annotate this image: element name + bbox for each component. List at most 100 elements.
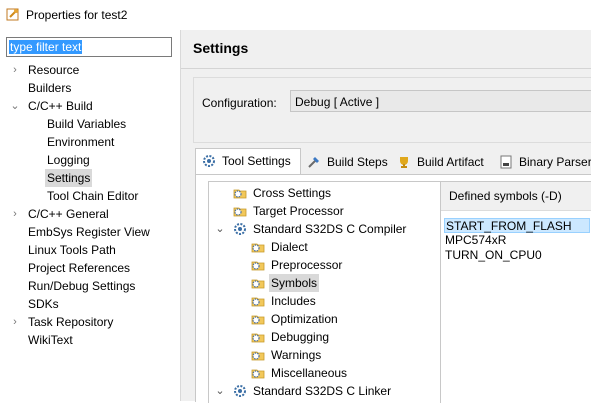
chevron-right-icon[interactable]: › (10, 205, 20, 223)
page-title: Settings (193, 40, 249, 56)
tool-tree-item-label: Miscellaneous (271, 366, 348, 380)
binary-file-icon (500, 155, 512, 169)
nav-item-label: Builders (28, 81, 72, 95)
tool-tree-item-label: Preprocessor (271, 258, 343, 272)
folder-gear-icon (251, 333, 265, 343)
symbol-item[interactable]: START_FROM_FLASH (444, 218, 590, 233)
folder-gear-icon (251, 315, 265, 325)
chevron-right-icon[interactable]: › (10, 313, 20, 331)
tab-label: Binary Parsers (519, 155, 591, 169)
nav-item[interactable]: Project References (10, 259, 175, 277)
nav-item[interactable]: Build Variables (10, 115, 175, 133)
tool-tree-item[interactable]: ⌄ Standard S32DS C Compiler (209, 220, 441, 238)
nav-item-label: C/C++ Build (28, 99, 93, 113)
tool-tree-item[interactable]: Cross Settings (209, 184, 441, 202)
nav-item[interactable]: Tool Chain Editor (10, 187, 175, 205)
nav-item-label: WikiText (28, 333, 73, 347)
chevron-right-icon[interactable]: › (10, 61, 20, 79)
tool-tree-item[interactable]: Debugging (209, 328, 441, 346)
property-page-tree: type filter text › Resource Builders ⌄ C/C++… (0, 30, 181, 401)
gear-icon (203, 155, 215, 167)
tool-tree-item[interactable]: Preprocessor (209, 256, 441, 274)
tool-tree-item[interactable]: Optimization (209, 310, 441, 328)
tab-tool-settings[interactable]: Tool Settings (195, 148, 301, 175)
configuration-group: Configuration: Debug [ Active ] (193, 77, 591, 143)
gear-icon (234, 385, 246, 397)
nav-item[interactable]: › C/C++ General (10, 205, 175, 223)
nav-item-label: Tool Chain Editor (47, 189, 139, 203)
trophy-icon (400, 157, 408, 168)
tab-build-steps[interactable]: Build Steps (301, 150, 389, 174)
gear-icon (234, 223, 246, 235)
nav-item[interactable]: Linux Tools Path (10, 241, 175, 259)
tab-label: Tool Settings (222, 154, 291, 168)
symbols-header-label: Defined symbols (-D) (449, 189, 562, 203)
tab-build-artifact[interactable]: Build Artifact (391, 150, 491, 174)
nav-item[interactable]: Logging (10, 151, 175, 169)
tool-tree-item[interactable]: Symbols (209, 274, 441, 292)
folder-gear-icon (233, 207, 247, 217)
tab-binary-parsers[interactable]: Binary Parsers (493, 150, 591, 174)
nav-item[interactable]: Settings (10, 169, 175, 187)
nav-item[interactable]: EmbSys Register View (10, 223, 175, 241)
folder-gear-icon (251, 351, 265, 361)
nav-item[interactable]: › Task Repository (10, 313, 175, 331)
filter-input[interactable]: type filter text (6, 37, 172, 57)
folder-gear-icon (251, 297, 265, 307)
tool-tree-item[interactable]: Miscellaneous (209, 364, 441, 382)
symbols-header: Defined symbols (-D) (441, 182, 591, 211)
symbol-item[interactable]: TURN_ON_CPU0 (445, 248, 542, 263)
nav-item-label: EmbSys Register View (28, 225, 150, 239)
tool-tree-item-label: Optimization (271, 312, 338, 326)
tool-tree-item[interactable]: ⌄ Standard S32DS C Linker (209, 382, 441, 400)
tool-tree-item[interactable]: Includes (209, 292, 441, 310)
filter-text: type filter text (9, 40, 83, 54)
chevron-down-icon[interactable]: ⌄ (215, 382, 225, 400)
nav-item[interactable]: WikiText (10, 331, 175, 349)
tool-tree-item-label: Debugging (271, 330, 330, 344)
nav-item-label: Resource (28, 63, 80, 77)
nav-item[interactable]: SDKs (10, 295, 175, 313)
tool-settings-panel: Cross Settings Target Processor ⌄ Standard … (195, 174, 591, 403)
symbol-item[interactable]: MPC574xR (445, 233, 506, 248)
properties-window-icon (6, 8, 19, 21)
configuration-dropdown[interactable]: Debug [ Active ] (290, 90, 591, 112)
nav-item-label: Build Variables (47, 117, 127, 131)
nav-item-label: Task Repository (28, 315, 114, 329)
folder-gear-icon (251, 243, 265, 253)
folder-gear-icon (251, 261, 265, 271)
tool-tree-item[interactable]: Warnings (209, 346, 441, 364)
window-title: Properties for test2 (26, 8, 128, 22)
configuration-label: Configuration: (202, 96, 277, 110)
chevron-down-icon[interactable]: ⌄ (10, 97, 20, 115)
tool-tree-item-label: Target Processor (253, 204, 344, 218)
settings-header: Settings (181, 30, 591, 69)
nav-item[interactable]: › Resource (10, 61, 175, 79)
nav-item[interactable]: Run/Debug Settings (10, 277, 175, 295)
nav-item-label: Linux Tools Path (28, 243, 116, 257)
nav-item-label: Run/Debug Settings (28, 279, 136, 293)
nav-item[interactable]: Builders (10, 79, 175, 97)
nav-item[interactable]: Environment (10, 133, 175, 151)
tool-tree-item-label: Cross Settings (253, 186, 332, 200)
tool-tree-item[interactable]: Target Processor (209, 202, 441, 220)
title-bar: Properties for test2 (0, 0, 591, 30)
nav-item-label: SDKs (28, 297, 59, 311)
tool-tree[interactable]: Cross Settings Target Processor ⌄ Standard … (208, 181, 444, 403)
tool-tree-item-label: Standard S32DS C Linker (253, 384, 392, 398)
nav-item[interactable]: ⌄ C/C++ Build (10, 97, 175, 115)
tool-tree-item-label: Dialect (271, 240, 308, 254)
tool-tree-item[interactable]: Dialect (209, 238, 441, 256)
tab-label: Build Artifact (417, 155, 484, 169)
chevron-down-icon[interactable]: ⌄ (215, 220, 225, 238)
build-steps-icon (308, 157, 319, 168)
tool-tree-item-label: Warnings (271, 348, 322, 362)
tool-tree-item-label: Includes (271, 294, 316, 308)
tool-tree-item-label: Standard S32DS C Compiler (253, 222, 407, 236)
